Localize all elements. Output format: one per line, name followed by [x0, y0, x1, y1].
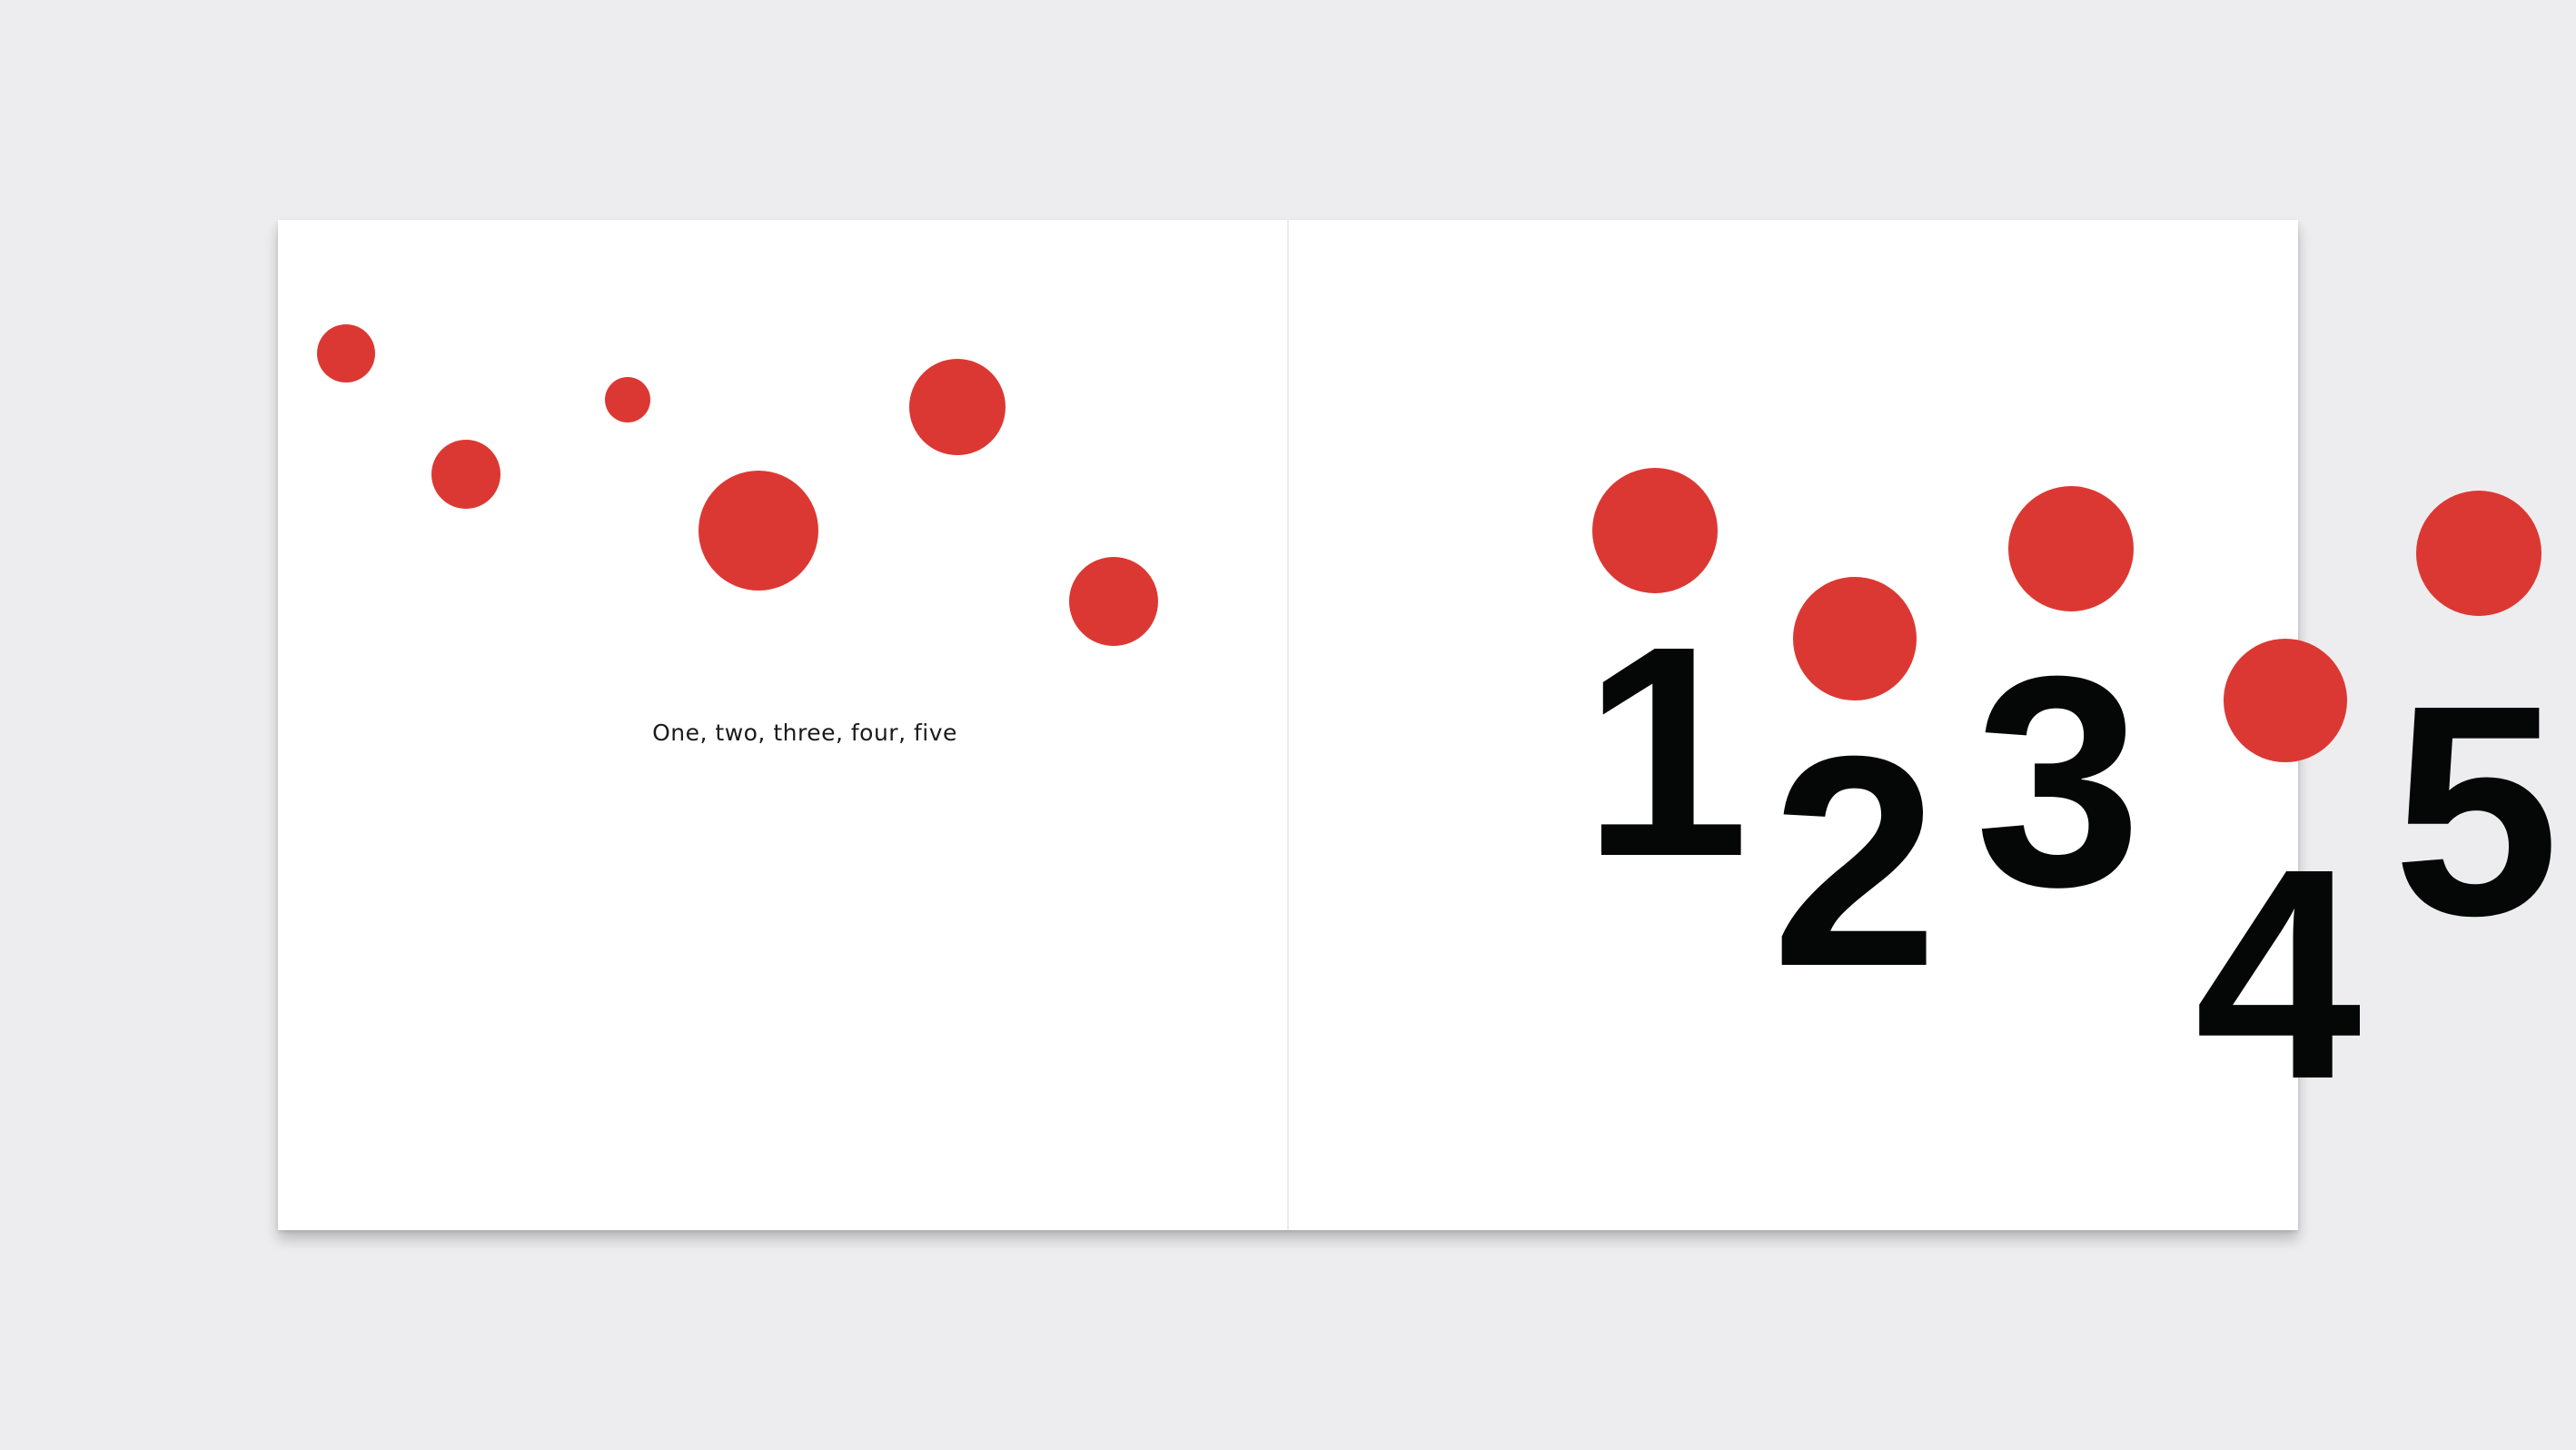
right-page: 1 2 3 4 5: [1288, 220, 2560, 1230]
red-dot-over-3: [2008, 486, 2134, 611]
red-dot-over-2: [1793, 577, 1917, 700]
page-caption: One, two, three, four, five: [652, 720, 957, 746]
red-dot-2: [431, 440, 500, 509]
left-page: One, two, three, four, five: [278, 220, 1288, 1230]
numeral-3: 3: [1975, 613, 2142, 948]
numeral-4: 4: [2195, 806, 2362, 1141]
red-dot-over-5: [2416, 491, 2541, 616]
red-dot-4: [698, 471, 818, 591]
numeral-5: 5: [2393, 642, 2560, 978]
red-dot-3: [605, 377, 650, 422]
red-dot-over-4: [2224, 639, 2347, 762]
red-dot-over-1: [1592, 468, 1718, 593]
numeral-2: 2: [1771, 693, 1938, 1028]
book-spread: One, two, three, four, five 1 2 3 4 5: [278, 220, 2560, 1230]
numeral-1: 1: [1582, 583, 1749, 919]
red-dot-1: [317, 324, 375, 382]
red-dot-5: [909, 359, 1006, 455]
red-dot-6: [1069, 557, 1158, 646]
